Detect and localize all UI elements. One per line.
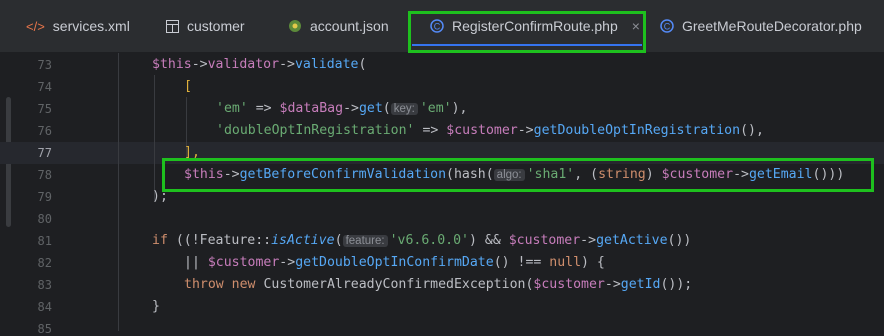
code-line-74: [ [184,79,192,94]
line-number: 85 [37,322,52,336]
parameter-hint: key: [390,103,418,115]
tab-label: GreetMeRouteDecorator.php [682,18,862,34]
code-line-75: 'em' => $dataBag->get(key:'em'), [216,101,468,116]
code-line-81: if ((!Feature::isActive(feature:'v6.6.0.… [152,233,692,248]
highlight-box-line-78 [162,158,874,192]
line-number: 73 [37,58,52,72]
line-number: 77 [37,146,52,160]
tab-services-xml[interactable]: </> services.xml [26,0,130,52]
line-number: 74 [37,80,52,94]
line-number: 83 [37,278,52,292]
indent-guide [118,53,119,331]
json-icon [288,19,302,33]
line-number: 81 [37,234,52,248]
line-number: 75 [37,102,52,116]
code-line-84: } [152,299,160,314]
code-line-76: 'doubleOptInRegistration' => $customer->… [216,123,764,138]
line-number: 79 [37,190,52,204]
line-number: 82 [37,256,52,270]
table-icon [166,19,179,33]
svg-text:C: C [664,22,671,32]
line-number: 76 [37,124,52,138]
tab-account-json[interactable]: account.json [288,0,389,52]
code-line-83: throw new CustomerAlreadyConfirmedExcept… [184,277,693,292]
tab-label: customer [187,18,245,34]
php-class-icon: C [660,19,674,33]
indent-guide [154,75,155,201]
code-line-73: $this->validator->validate( [152,57,367,72]
tab-label: account.json [310,18,389,34]
line-number: 78 [37,168,52,182]
highlight-box-active-tab [408,11,646,53]
parameter-hint: feature: [342,235,388,247]
xml-icon: </> [26,18,45,34]
line-number: 80 [37,212,52,226]
tab-customer[interactable]: customer [166,0,245,52]
code-editor[interactable]: 73 74 75 76 77 78 79 80 81 82 83 84 85 $… [0,53,884,336]
tab-label: services.xml [52,18,130,34]
line-number: 84 [37,300,52,314]
code-line-82: || $customer->getDoubleOptInConfirmDate(… [184,255,605,270]
tab-greet-me-route-decorator[interactable]: C GreetMeRouteDecorator.php [660,0,862,52]
